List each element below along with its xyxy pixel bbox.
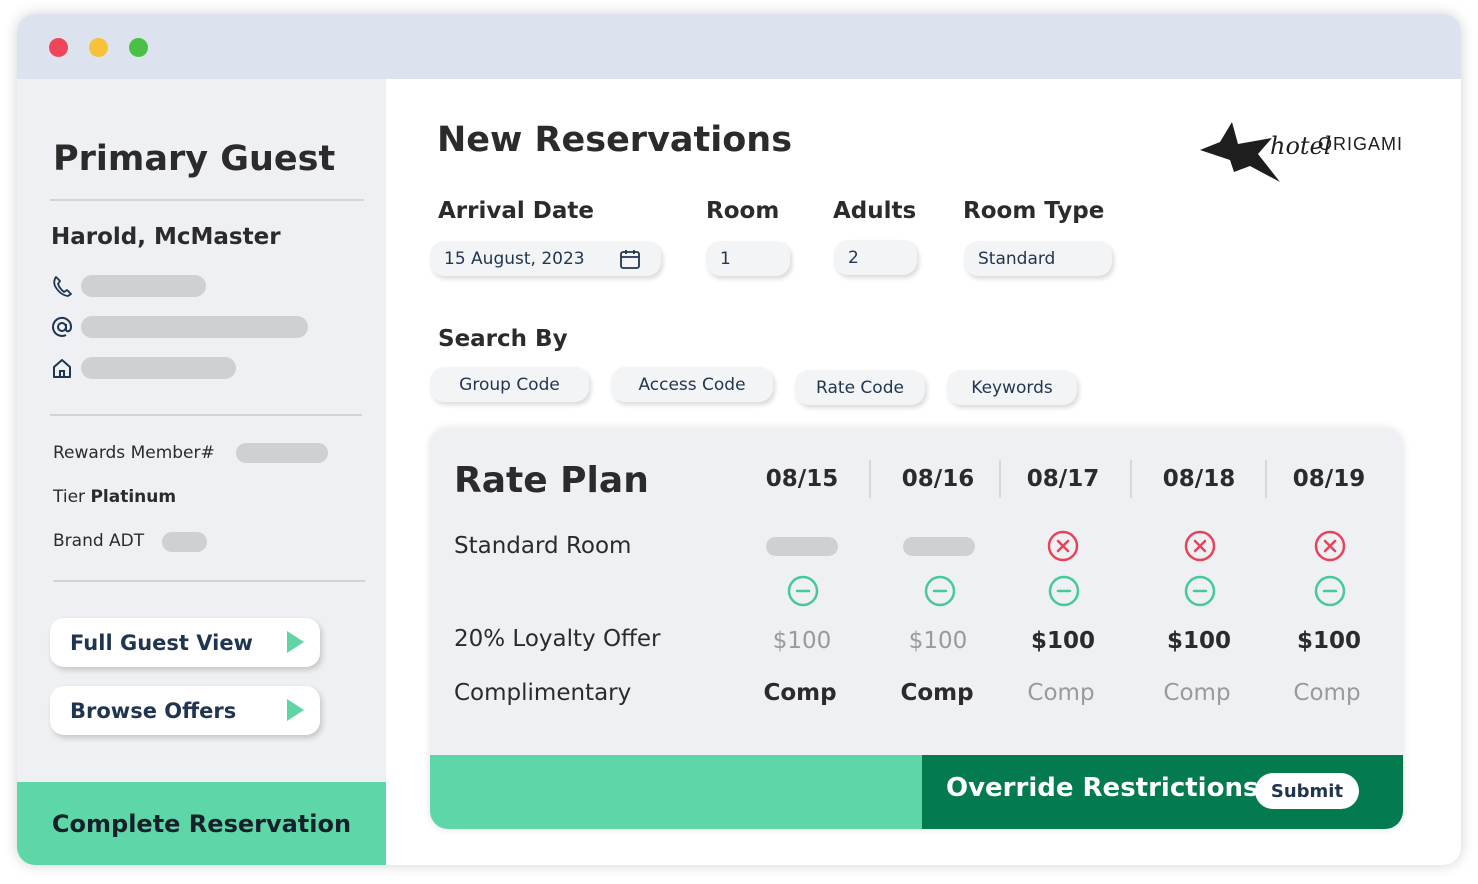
at-icon [51,316,73,338]
rate-cell[interactable]: $100 [1144,628,1254,654]
arrival-date-field[interactable]: 15 August, 2023 [430,241,661,276]
arrival-date-value: 15 August, 2023 [444,248,585,269]
phone-icon [51,275,73,297]
divider [53,580,365,582]
closed-x-icon[interactable] [1047,530,1079,562]
search-option-label: Group Code [459,374,560,395]
adults-label: Adults [833,198,917,224]
maximize-window-dot[interactable] [129,38,148,57]
browse-offers-button[interactable]: Browse Offers [50,686,320,735]
brand-value-placeholder [162,532,207,552]
arrival-date-label: Arrival Date [438,198,594,224]
guest-sidebar: Primary Guest Harold, McMaster Rewards M… [17,79,386,865]
comp-cell[interactable]: Comp [1142,680,1252,706]
search-option-access-code[interactable]: Access Code [611,367,773,402]
column-divider [869,460,871,498]
room-type-value: Standard [978,248,1056,269]
email-value-placeholder [81,316,308,338]
brand-line: Brand ADT [53,531,144,551]
play-icon [287,631,304,653]
minus-circle-icon[interactable] [1184,575,1216,607]
page-title: New Reservations [437,120,793,160]
rate-cell[interactable]: $100 [1274,628,1384,654]
column-divider [1265,460,1267,498]
rewards-member-label: Rewards Member# [53,443,215,463]
room-value: 1 [720,248,731,269]
browse-offers-label: Browse Offers [70,698,237,723]
sidebar-title: Primary Guest [53,139,336,179]
origami-bird-logo [1200,122,1280,182]
standard-room-label: Standard Room [454,533,632,559]
hotel-origami-logo: hotel ORIGAMI [1200,122,1403,182]
rate-plan-card: Rate Plan 08/15 08/16 08/17 08/18 08/19 … [430,428,1403,829]
full-guest-view-label: Full Guest View [70,630,253,655]
close-window-dot[interactable] [49,38,68,57]
brand-label: Brand ADT [53,531,145,551]
complete-reservation-label: Complete Reservation [51,809,352,838]
loyalty-offer-label: 20% Loyalty Offer [454,626,661,652]
complimentary-label: Complimentary [454,680,632,706]
rate-cell[interactable]: $100 [883,628,993,654]
full-guest-view-button[interactable]: Full Guest View [50,618,320,667]
tier-line: Tier Platinum [53,487,176,507]
address-value-placeholder [81,357,236,379]
rewards-number-placeholder [236,443,328,463]
room-type-select[interactable]: Standard [964,241,1112,276]
rate-cell[interactable]: $100 [1008,628,1118,654]
search-option-label: Access Code [638,374,746,395]
room-type-label: Room Type [963,198,1105,224]
app-window: Primary Guest Harold, McMaster Rewards M… [17,14,1461,865]
date-header: 08/17 [1026,466,1100,492]
minimize-window-dot[interactable] [89,38,108,57]
divider [50,199,364,201]
title-bar [17,14,1461,79]
tier-label: Tier [53,487,86,507]
search-by-label: Search By [438,326,568,352]
closed-x-icon[interactable] [1314,530,1346,562]
date-header: 08/19 [1292,466,1366,492]
availability-placeholder [766,537,838,556]
column-divider [999,460,1001,498]
date-header: 08/18 [1162,466,1236,492]
override-bar: Override Restrictions Submit [922,755,1403,829]
home-icon [51,357,73,379]
complete-reservation-button[interactable]: Complete Reservation [17,782,386,865]
search-option-keywords[interactable]: Keywords [947,370,1077,405]
submit-label: Submit [1270,780,1344,802]
rewards-member-line: Rewards Member# [53,443,215,463]
search-option-label: Keywords [971,377,1053,398]
comp-cell[interactable]: Comp [1006,680,1116,706]
play-icon [287,699,304,721]
rate-plan-title: Rate Plan [454,460,649,501]
column-divider [1130,460,1132,498]
availability-placeholder [903,537,975,556]
divider [50,414,362,416]
adults-field[interactable]: 2 [834,240,917,275]
comp-cell[interactable]: Comp [745,680,855,706]
room-label: Room [706,198,780,224]
comp-cell[interactable]: Comp [882,680,992,706]
search-option-group-code[interactable]: Group Code [430,367,589,402]
logo-name-text: ORIGAMI [1318,134,1403,154]
date-header: 08/16 [901,466,975,492]
rate-cell[interactable]: $100 [747,628,857,654]
comp-cell[interactable]: Comp [1272,680,1382,706]
minus-circle-icon[interactable] [1314,575,1346,607]
guest-name: Harold, McMaster [51,224,281,250]
adults-value: 2 [848,247,859,268]
room-field[interactable]: 1 [706,241,790,276]
search-option-rate-code[interactable]: Rate Code [795,370,925,405]
minus-circle-icon[interactable] [787,575,819,607]
override-restrictions-label: Override Restrictions [946,773,1259,803]
card-footer-accent [430,755,922,829]
date-header: 08/15 [765,466,839,492]
phone-value-placeholder [81,275,206,297]
submit-button[interactable]: Submit [1255,773,1359,809]
tier-value: Platinum [90,487,177,507]
calendar-icon[interactable] [619,248,641,270]
closed-x-icon[interactable] [1184,530,1216,562]
minus-circle-icon[interactable] [1048,575,1080,607]
search-option-label: Rate Code [816,377,904,398]
minus-circle-icon[interactable] [924,575,956,607]
